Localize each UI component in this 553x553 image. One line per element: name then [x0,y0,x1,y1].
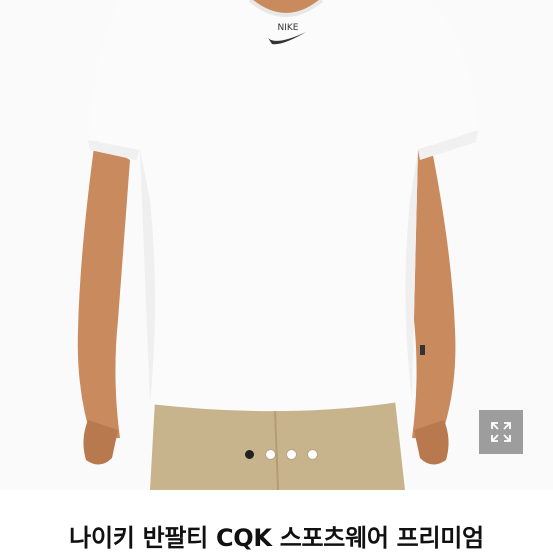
expand-icon [491,422,511,442]
nike-logo-text: NIKE [278,23,299,33]
product-photo[interactable]: NIKE [0,0,553,490]
carousel-indicator [0,446,553,462]
carousel-dot-4[interactable] [307,449,317,459]
carousel-dot-3[interactable] [286,449,296,459]
carousel-dot-2[interactable] [265,449,275,459]
carousel-dot-1[interactable] [244,449,254,459]
tshirt-model-image: NIKE [0,0,553,490]
product-title: 나이키 반팔티 CQK 스포츠웨어 프리미엄 [69,524,484,552]
